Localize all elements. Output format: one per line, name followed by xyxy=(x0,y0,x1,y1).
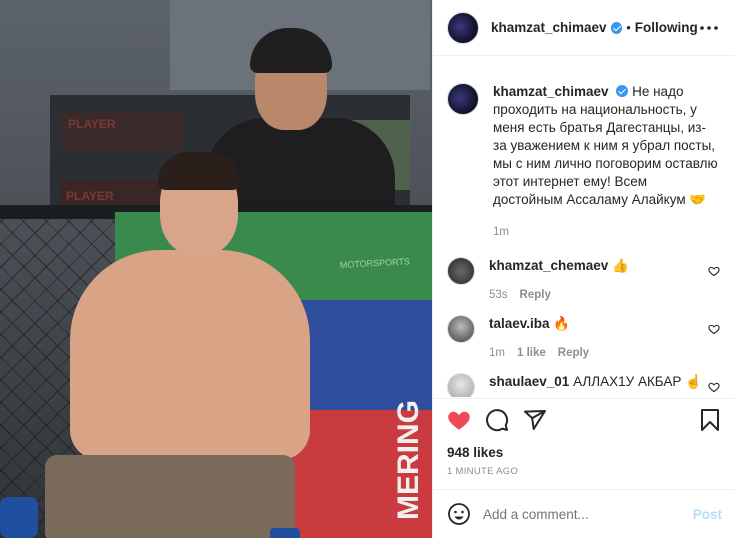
bookmark-icon[interactable] xyxy=(698,408,722,432)
reply-button[interactable]: Reply xyxy=(558,347,589,359)
photo-text-flag-vertical: MERING xyxy=(392,400,425,520)
post-caption: khamzat_chimaev Не надо проходить на нац… xyxy=(447,57,722,241)
comment-username[interactable]: khamzat_chemaev xyxy=(489,258,608,273)
comment-text: 👍 xyxy=(612,258,629,273)
comment-age: 53s xyxy=(489,289,508,301)
action-bar xyxy=(447,408,722,432)
author-username[interactable]: khamzat_chimaev xyxy=(491,20,607,35)
comment-item: khamzat_chemaev 👍 53s Reply xyxy=(447,257,722,301)
caption-avatar[interactable] xyxy=(447,83,479,115)
comments-list[interactable]: khamzat_chimaev Не надо проходить на нац… xyxy=(433,57,735,397)
reply-button[interactable]: Reply xyxy=(520,289,551,301)
comment-likes-count[interactable]: 1 like xyxy=(517,347,546,359)
emoji-icon[interactable] xyxy=(447,502,471,526)
section-divider xyxy=(433,398,735,399)
post-photo[interactable]: PLAYER PLAYER MOTORSPORTS MERING xyxy=(0,0,432,538)
photo-text-flag-sponsor: MOTORSPORTS xyxy=(340,256,411,270)
comment-item: shaulaev_01 АЛЛАХ1У АКБАР ☝ xyxy=(447,373,722,397)
verified-badge-icon xyxy=(616,85,629,97)
author-avatar[interactable] xyxy=(447,11,479,44)
separator-dot: • xyxy=(626,20,631,35)
more-options-icon[interactable] xyxy=(698,16,721,40)
photo-text-player-1: PLAYER xyxy=(68,117,116,131)
likes-count[interactable]: 948 likes xyxy=(447,445,503,460)
share-icon[interactable] xyxy=(523,408,547,432)
post-comment-button[interactable]: Post xyxy=(693,507,722,522)
comment-age: 1m xyxy=(489,347,505,359)
comment-username[interactable]: talaev.iba xyxy=(489,316,550,331)
comment-input[interactable] xyxy=(483,506,693,522)
photo-text-overlay: PLAYER PLAYER MOTORSPORTS MERING xyxy=(66,117,425,520)
caption-text: Не надо проходить на национальность, у м… xyxy=(493,84,718,207)
add-comment-bar: Post xyxy=(433,489,735,538)
comment-like-heart-icon[interactable] xyxy=(708,323,720,335)
comment-avatar[interactable] xyxy=(447,257,475,285)
post-time[interactable]: 1 MINUTE AGO xyxy=(447,466,518,477)
comment-item: talaev.iba 🔥 1m 1 like Reply xyxy=(447,315,722,359)
comment-icon[interactable] xyxy=(485,408,509,432)
comment-text: 🔥 xyxy=(553,316,571,331)
caption-username[interactable]: khamzat_chimaev xyxy=(493,84,609,99)
comment-text: АЛЛАХ1У АКБАР ☝ xyxy=(573,374,702,389)
caption-age: 1m xyxy=(493,226,509,238)
comment-like-heart-icon[interactable] xyxy=(708,265,720,277)
comment-like-heart-icon[interactable] xyxy=(708,381,720,393)
comment-username[interactable]: shaulaev_01 xyxy=(489,374,569,389)
post-panel: khamzat_chimaev • Following khamzat_chim… xyxy=(432,0,735,538)
comment-avatar[interactable] xyxy=(447,315,475,343)
verified-badge-icon xyxy=(610,21,623,34)
heart-icon[interactable] xyxy=(447,408,471,432)
post-header: khamzat_chimaev • Following xyxy=(433,0,735,56)
comment-avatar[interactable] xyxy=(447,373,475,397)
following-button[interactable]: Following xyxy=(635,20,698,35)
photo-text-player-2: PLAYER xyxy=(66,189,114,203)
